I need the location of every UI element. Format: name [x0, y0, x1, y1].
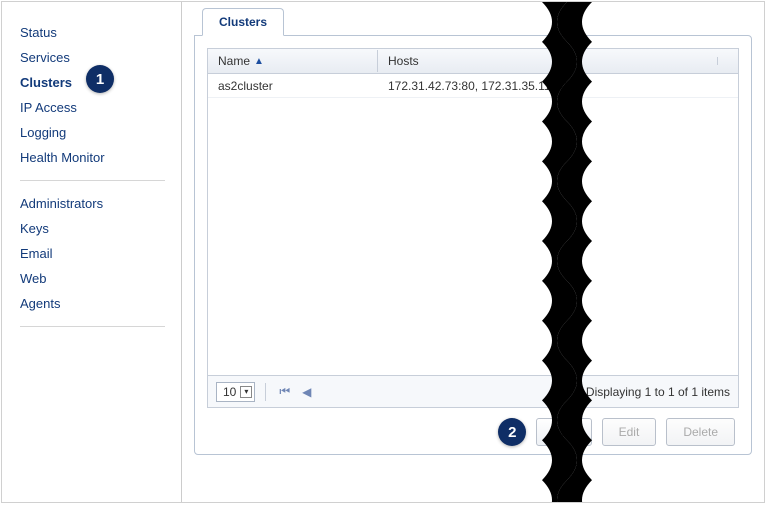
sidebar-item-agents[interactable]: Agents [20, 291, 165, 316]
column-header-label: Hosts [388, 54, 419, 68]
clusters-panel: Name ▲ Hosts as2cluster 172.31.42.73:80,… [194, 35, 752, 455]
tab-clusters[interactable]: Clusters [202, 8, 284, 36]
cell-name: as2cluster [208, 75, 378, 97]
sidebar-group-1: Status Services Clusters 1 IP Access Log… [20, 20, 165, 181]
clusters-grid: Name ▲ Hosts as2cluster 172.31.42.73:80,… [207, 48, 739, 408]
cell-hosts: 172.31.42.73:80, 172.31.35.11:80 [378, 75, 738, 97]
grid-body: as2cluster 172.31.42.73:80, 172.31.35.11… [208, 74, 738, 375]
page-size-value: 10 [223, 385, 236, 399]
action-buttons: 2 Add Edit Delete [207, 408, 739, 446]
add-button[interactable]: Add [536, 418, 591, 446]
sidebar-item-ip-access[interactable]: IP Access [20, 95, 165, 120]
edit-button[interactable]: Edit [602, 418, 657, 446]
tab-bar: Clusters [194, 2, 752, 36]
sidebar-item-status[interactable]: Status [20, 20, 165, 45]
separator [265, 383, 266, 401]
column-header-hosts[interactable]: Hosts [378, 50, 717, 72]
sidebar-item-keys[interactable]: Keys [20, 216, 165, 241]
sidebar-item-label: Clusters [20, 75, 72, 90]
column-header-label: Name [218, 54, 250, 68]
column-header-spacer [717, 57, 738, 65]
main-panel: Clusters Name ▲ Hosts as2cluster [182, 2, 764, 502]
chevron-down-icon: ▾ [240, 386, 252, 398]
pager: 10 ▾ ⏮ ◀ [216, 382, 314, 402]
sort-asc-icon: ▲ [254, 56, 264, 67]
sidebar-item-email[interactable]: Email [20, 241, 165, 266]
sidebar-item-administrators[interactable]: Administrators [20, 191, 165, 216]
pager-status: Displaying 1 to 1 of 1 items [586, 385, 730, 399]
grid-header: Name ▲ Hosts [208, 49, 738, 74]
sidebar-item-logging[interactable]: Logging [20, 120, 165, 145]
table-row[interactable]: as2cluster 172.31.42.73:80, 172.31.35.11… [208, 74, 738, 98]
delete-button[interactable]: Delete [666, 418, 735, 446]
annotation-step-2: 2 [498, 418, 526, 446]
sidebar-item-web[interactable]: Web [20, 266, 165, 291]
sidebar: Status Services Clusters 1 IP Access Log… [2, 2, 182, 502]
annotation-step-1: 1 [86, 65, 114, 93]
sidebar-item-clusters[interactable]: Clusters 1 [20, 70, 165, 95]
grid-footer: 10 ▾ ⏮ ◀ Displaying 1 to 1 of 1 items [208, 375, 738, 407]
page-size-select[interactable]: 10 ▾ [216, 382, 255, 402]
sidebar-group-2: Administrators Keys Email Web Agents [20, 191, 165, 327]
pager-first-icon[interactable]: ⏮ [276, 384, 293, 399]
pager-prev-icon[interactable]: ◀ [299, 385, 314, 399]
column-header-name[interactable]: Name ▲ [208, 50, 378, 72]
sidebar-item-health-monitor[interactable]: Health Monitor [20, 145, 165, 170]
